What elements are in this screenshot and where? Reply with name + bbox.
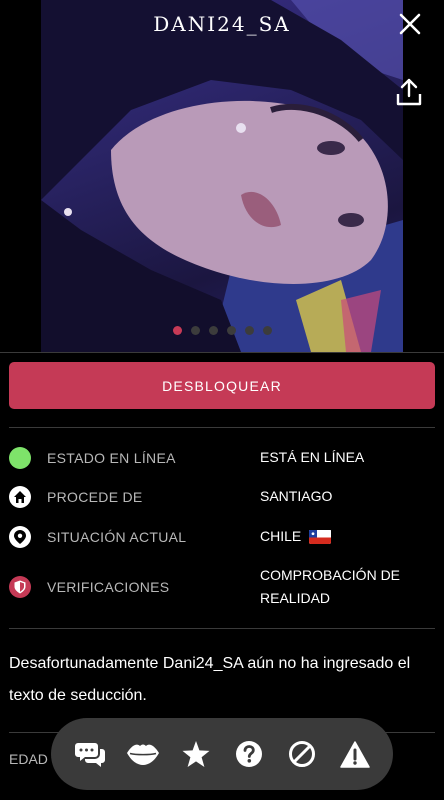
- photo-pagination: [0, 326, 444, 335]
- origin-label: PROCEDE DE: [47, 488, 143, 505]
- location-value: CHILE: [260, 528, 302, 544]
- close-button[interactable]: [398, 12, 422, 36]
- photo-carousel[interactable]: DANI24_SA: [0, 0, 444, 352]
- origin-value: SANTIAGO: [260, 488, 333, 504]
- photo-dot[interactable]: [172, 326, 182, 335]
- age-label: EDAD: [9, 751, 48, 767]
- favorite-button[interactable]: [179, 737, 213, 771]
- warning-icon: [339, 740, 370, 768]
- location-label: SITUACIÓN ACTUAL: [47, 528, 187, 545]
- share-button[interactable]: [396, 78, 422, 106]
- shield-icon: [9, 576, 31, 598]
- profile-photo-illustration: [41, 0, 403, 352]
- block-button[interactable]: [285, 737, 319, 771]
- bottom-action-bar: [51, 718, 393, 790]
- chile-flag-icon: [309, 529, 332, 544]
- report-button[interactable]: [338, 737, 372, 771]
- profile-photo[interactable]: [41, 0, 403, 352]
- star-icon: [182, 740, 209, 767]
- online-status-label: ESTADO EN LÍNEA: [47, 449, 176, 466]
- close-icon: [399, 13, 421, 35]
- kiss-lips-icon: [126, 744, 159, 765]
- block-icon: [288, 741, 315, 767]
- location-value-wrap: CHILE: [260, 525, 332, 548]
- online-status-icon: [9, 446, 31, 469]
- kiss-button[interactable]: [126, 737, 160, 771]
- online-status-value: ESTÁ EN LÍNEA: [260, 449, 365, 465]
- verifications-label: VERIFICACIONES: [47, 579, 170, 595]
- divider: [0, 352, 444, 353]
- divider: [9, 427, 435, 428]
- verifications-value-line2: REALIDAD: [260, 590, 331, 606]
- verifications-value: COMPROBACIÓN DE REALIDAD: [260, 564, 400, 610]
- help-button[interactable]: [232, 737, 266, 771]
- profile-username: DANI24_SA: [153, 12, 291, 36]
- photo-dot[interactable]: [226, 326, 236, 335]
- divider: [9, 628, 435, 629]
- photo-dot[interactable]: [244, 326, 254, 335]
- help-icon: [235, 741, 262, 767]
- chat-bubbles-icon: [74, 743, 105, 767]
- share-icon: [396, 78, 422, 106]
- home-icon: [9, 485, 31, 508]
- photo-dot[interactable]: [262, 326, 272, 335]
- info-row-origin: PROCEDE DE SANTIAGO: [9, 485, 435, 508]
- info-row-online-status: ESTADO EN LÍNEA ESTÁ EN LÍNEA: [9, 446, 435, 469]
- location-pin-icon: [9, 525, 31, 548]
- chat-button[interactable]: [73, 737, 107, 771]
- info-row-verifications: VERIFICACIONES COMPROBACIÓN DE REALIDAD: [9, 565, 435, 609]
- verifications-value-line1: COMPROBACIÓN DE: [260, 567, 401, 583]
- photo-dot[interactable]: [190, 326, 200, 335]
- profile-description: Desafortunadamente Dani24_SA aún no ha i…: [9, 655, 411, 704]
- photo-dot[interactable]: [208, 326, 218, 335]
- unlock-button[interactable]: DESBLOQUEAR: [9, 362, 435, 409]
- info-row-location: SITUACIÓN ACTUAL CHILE: [9, 525, 435, 548]
